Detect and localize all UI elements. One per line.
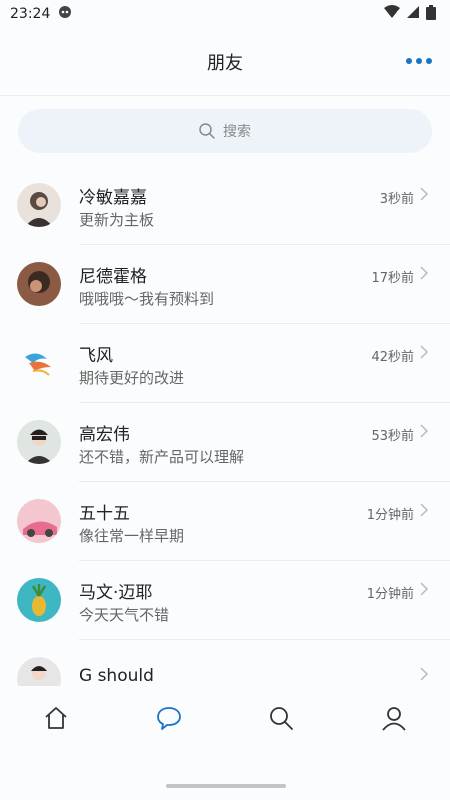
friend-row[interactable]: 马文·迈耶 今天天气不错 1分钟前 [0,561,450,640]
friend-name: 冷敏嘉嘉 [79,188,147,208]
chevron-right-icon [420,266,429,280]
friend-row[interactable]: 尼德霍格 哦哦哦～我有预料到 17秒前 [0,245,450,324]
friend-message: 更新为主板 [79,211,155,229]
friend-name: 五十五 [79,504,130,524]
tab-search[interactable] [251,698,311,738]
friend-row[interactable]: 高宏伟 还不错，新产品可以理解 53秒前 [0,403,450,482]
friend-name: 高宏伟 [79,425,130,445]
friend-time: 1分钟前 [366,587,414,602]
friend-row[interactable]: 冷敏嘉嘉 更新为主板 3秒前 [0,166,450,245]
friend-time: 42秒前 [371,350,414,365]
friend-message: 还不错，新产品可以理解 [79,448,245,466]
chevron-right-icon [420,345,429,359]
friend-time: 1分钟前 [366,508,414,523]
avatar [17,183,61,227]
top-app-bar: 朋友 [0,28,450,96]
friend-name: 马文·迈耶 [79,583,153,603]
search-bar[interactable]: 搜索 [18,109,432,153]
bottom-tab-bar [0,686,450,750]
chevron-right-icon [420,187,429,201]
avatar [17,578,61,622]
friend-time: 53秒前 [371,429,414,444]
avatar [17,341,61,385]
friend-list: 冷敏嘉嘉 更新为主板 3秒前 尼德霍格 哦哦哦～我有预料到 17秒前 飞风 期待… [0,166,450,686]
friend-message: 哦哦哦～我有预料到 [79,290,215,308]
battery-icon [426,4,436,24]
tab-home[interactable] [26,698,86,738]
status-time: 23:24 [10,6,51,22]
friend-row[interactable]: 五十五 像往常一样早期 1分钟前 [0,482,450,561]
search-placeholder: 搜索 [223,124,251,140]
notification-icon [58,5,72,23]
tab-profile[interactable] [364,698,424,738]
friend-time: 17秒前 [371,271,414,286]
friend-name: G should [79,666,154,686]
friend-row[interactable]: 飞风 期待更好的改进 42秒前 [0,324,450,403]
friends-screen: 23:24 朋友 搜索 冷敏嘉嘉 更新为主板 3秒前 尼德霍格 哦哦哦～我有预料… [0,0,450,800]
friend-message: 期待更好的改进 [79,369,185,387]
friend-message: 今天天气不错 [79,606,170,624]
avatar [17,499,61,543]
signal-icon [406,5,420,23]
chat-icon [156,707,181,730]
avatar [17,657,61,686]
chevron-right-icon [420,582,429,596]
chevron-right-icon [420,503,429,517]
search-icon [270,707,294,730]
wifi-icon [384,5,400,23]
chevron-right-icon [420,667,429,681]
avatar [17,420,61,464]
search-icon [199,123,215,139]
friend-message: 像往常一样早期 [79,527,185,545]
profile-icon [382,707,406,731]
friend-row[interactable]: G should [0,640,450,686]
more-dots-icon[interactable] [406,54,432,68]
avatar [17,262,61,306]
friend-time: 3秒前 [379,192,414,207]
friend-name: 飞风 [79,346,113,366]
home-indicator[interactable] [166,784,286,788]
chevron-right-icon [420,424,429,438]
page-title: 朋友 [207,52,243,74]
friend-name: 尼德霍格 [79,267,147,287]
tab-chat[interactable] [139,698,199,738]
home-icon [45,707,67,729]
status-bar: 23:24 [0,0,450,28]
